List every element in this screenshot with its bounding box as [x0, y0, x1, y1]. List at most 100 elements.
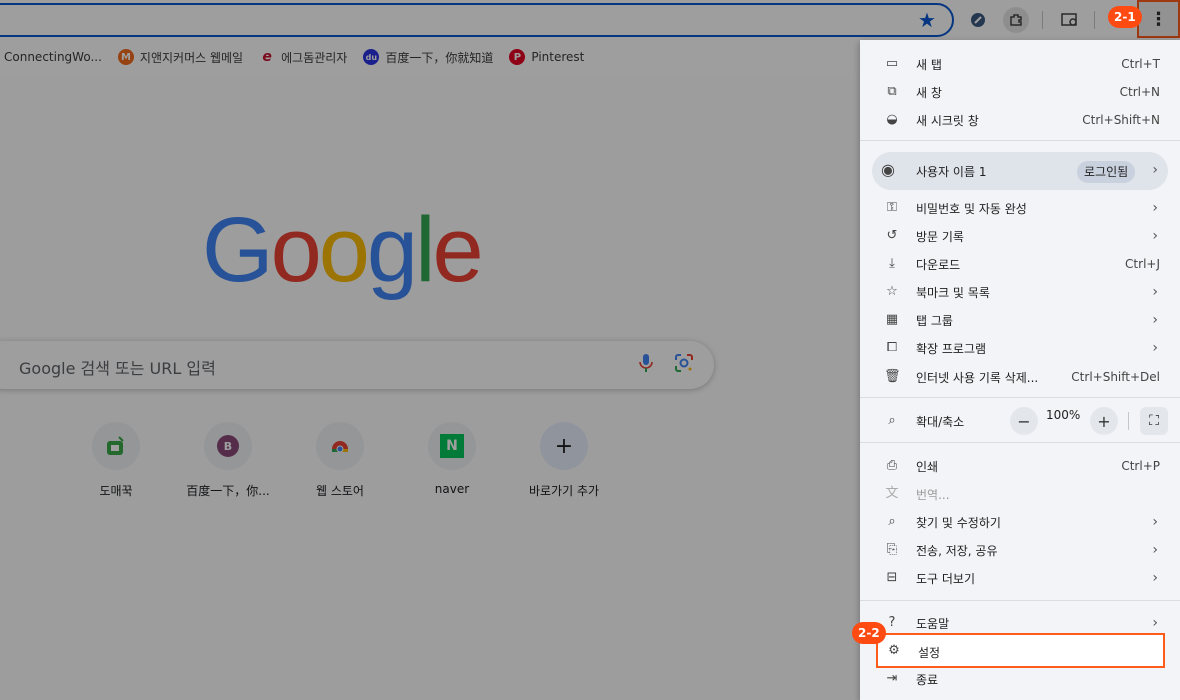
bookmark-label: 지앤지커머스 웹메일: [139, 50, 244, 65]
fullscreen-button[interactable]: ⛶: [1140, 407, 1168, 435]
microphone-icon[interactable]: [639, 353, 653, 378]
zoom-icon: ⌕: [888, 413, 896, 428]
menu-item-label: 방문 기록: [916, 229, 964, 244]
more-vert-icon: ⋮: [1149, 8, 1168, 30]
menu-item-label: 도구 더보기: [916, 571, 976, 586]
menu-item-bookmarks[interactable]: ☆ 북마크 및 목록 ›: [860, 278, 1180, 306]
egg-icon: e: [262, 49, 272, 65]
download-icon: ⤓: [889, 256, 895, 271]
menu-item-passwords[interactable]: ⚿ 비밀번호 및 자동 완성 ›: [860, 194, 1180, 222]
menu-item-label: 인터넷 사용 기록 삭제...: [916, 370, 1039, 385]
menu-item-label: 새 창: [916, 85, 942, 100]
bookmark-item[interactable]: ConnectingWo...: [4, 50, 102, 64]
incognito-icon: ◒: [886, 112, 898, 127]
menu-item-tab-groups[interactable]: ▦ 탭 그룹 ›: [860, 306, 1180, 334]
logo-letter: G: [202, 199, 274, 301]
profile-name: 사용자 이름 1: [916, 165, 987, 179]
shortcut-label: 도매꾹: [99, 484, 133, 498]
zoom-level: 100%: [1046, 408, 1081, 422]
zoom-in-button[interactable]: +: [1090, 407, 1118, 435]
bookmark-star-icon[interactable]: ★: [918, 9, 936, 31]
baidu-icon: du: [363, 49, 380, 65]
chevron-right-icon: ›: [1152, 312, 1158, 328]
profile-row[interactable]: ◉ 사용자 이름 1 로그인됨 ›: [872, 152, 1168, 190]
search-tabs-icon[interactable]: [1058, 8, 1082, 32]
logo-letter: o: [318, 199, 370, 301]
shortcut-label: 웹 스토어: [316, 484, 364, 498]
chevron-right-icon: ›: [1152, 542, 1158, 558]
zoom-out-button[interactable]: −: [1010, 407, 1038, 435]
google-lens-icon[interactable]: [674, 353, 694, 373]
bookmark-label: ConnectingWo...: [4, 50, 102, 64]
bookmark-label: Pinterest: [531, 50, 585, 64]
menu-item-cast-save-share[interactable]: ⎘ 전송, 저장, 공유 ›: [860, 536, 1180, 564]
letter-b-icon: B: [217, 435, 239, 457]
domeggook-icon: [92, 422, 140, 470]
google-logo: Google: [202, 199, 484, 301]
star-outline-icon: ☆: [886, 284, 898, 299]
baidu-b-icon: B: [204, 422, 252, 470]
naver-icon: N: [428, 422, 476, 470]
extension-puzzle-icon[interactable]: [966, 8, 990, 32]
logo-letter: e: [432, 199, 484, 301]
browser-toolbar: ★ ⋮: [0, 0, 1180, 40]
menu-item-more-tools[interactable]: ⊟ 도구 더보기 ›: [860, 564, 1180, 592]
menu-item-label: 전송, 저장, 공유: [916, 543, 998, 558]
chrome-menu-button[interactable]: ⋮: [1137, 0, 1180, 38]
search-box[interactable]: Google 검색 또는 URL 입력: [0, 341, 714, 389]
shortcut-tile[interactable]: N naver: [396, 422, 508, 496]
shortcut-tile[interactable]: + 바로가기 추가: [508, 422, 620, 499]
bookmark-item[interactable]: P Pinterest: [509, 49, 584, 65]
trash-icon: 🗑︎: [884, 369, 901, 384]
new-window-icon: ⧉: [887, 84, 897, 99]
chevron-right-icon: ›: [1152, 200, 1158, 216]
pinterest-icon: P: [509, 49, 526, 65]
menu-item-clear-data[interactable]: 🗑︎ 인터넷 사용 기록 삭제... Ctrl+Shift+Del: [860, 363, 1180, 391]
menu-divider: [860, 140, 1180, 141]
new-tab-icon: ▭: [885, 56, 899, 71]
shortcut-tile[interactable]: B 百度一下，你...: [172, 422, 284, 499]
menu-shortcut: Ctrl+Shift+N: [1082, 113, 1160, 127]
menu-divider: [860, 600, 1180, 601]
chevron-right-icon: ›: [1152, 284, 1158, 300]
menu-shortcut: Ctrl+J: [1125, 257, 1160, 271]
signed-in-badge: 로그인됨: [1077, 161, 1136, 183]
menu-item-exit[interactable]: ⇥ 종료: [860, 665, 1180, 693]
menu-item-downloads[interactable]: ⤓ 다운로드 Ctrl+J: [860, 250, 1180, 278]
menu-divider: [860, 442, 1180, 443]
shortcut-tile[interactable]: 도매꾹: [60, 422, 172, 499]
extensions-icon[interactable]: [1003, 7, 1029, 33]
step-badge-2-2: 2-2: [852, 622, 886, 644]
chevron-right-icon: ›: [1152, 615, 1158, 631]
bookmark-item[interactable]: e 에그돔관리자: [259, 49, 347, 66]
exit-icon: ⇥: [886, 671, 898, 686]
bookmark-label: 에그돔관리자: [281, 50, 348, 65]
toolbox-icon: ⊟: [886, 570, 898, 585]
menu-item-extensions[interactable]: ⧠ 확장 프로그램 ›: [860, 334, 1180, 362]
menu-item-label: 찾기 및 수정하기: [916, 515, 1001, 530]
menu-item-label: 도움말: [916, 616, 950, 631]
menu-shortcut: Ctrl+P: [1121, 459, 1160, 473]
search-placeholder: Google 검색 또는 URL 입력: [19, 359, 216, 378]
menu-item-incognito[interactable]: ◒ 새 시크릿 창 Ctrl+Shift+N: [860, 106, 1180, 134]
tab-groups-icon: ▦: [885, 312, 899, 327]
menu-item-settings[interactable]: ⚙ 설정: [876, 633, 1165, 668]
shortcut-tile[interactable]: 웹 스토어: [284, 422, 396, 499]
menu-item-history[interactable]: ↺ 방문 기록 ›: [860, 222, 1180, 250]
menu-item-translate: 文 번역...: [860, 480, 1180, 508]
menu-item-new-window[interactable]: ⧉ 새 창 Ctrl+N: [860, 78, 1180, 106]
menu-item-label: 설정: [918, 646, 941, 660]
address-bar[interactable]: [0, 3, 954, 37]
menu-item-new-tab[interactable]: ▭ 새 탭 Ctrl+T: [860, 50, 1180, 78]
extension-icon: ⧠: [886, 340, 898, 355]
gear-icon: ⚙: [888, 643, 900, 658]
chrome-webstore-icon: [316, 422, 364, 470]
menu-item-label: 인쇄: [916, 459, 939, 474]
bookmark-item[interactable]: M 지앤지커머스 웹메일: [117, 49, 244, 66]
add-icon: +: [540, 422, 588, 470]
bookmark-item[interactable]: du 百度一下，你就知道: [363, 49, 493, 66]
menu-item-print[interactable]: ⎙ 인쇄 Ctrl+P: [860, 452, 1180, 480]
zoom-divider: [1128, 412, 1129, 430]
menu-item-label: 확대/축소: [916, 414, 965, 429]
menu-item-find-edit[interactable]: ⌕ 찾기 및 수정하기 ›: [860, 508, 1180, 536]
